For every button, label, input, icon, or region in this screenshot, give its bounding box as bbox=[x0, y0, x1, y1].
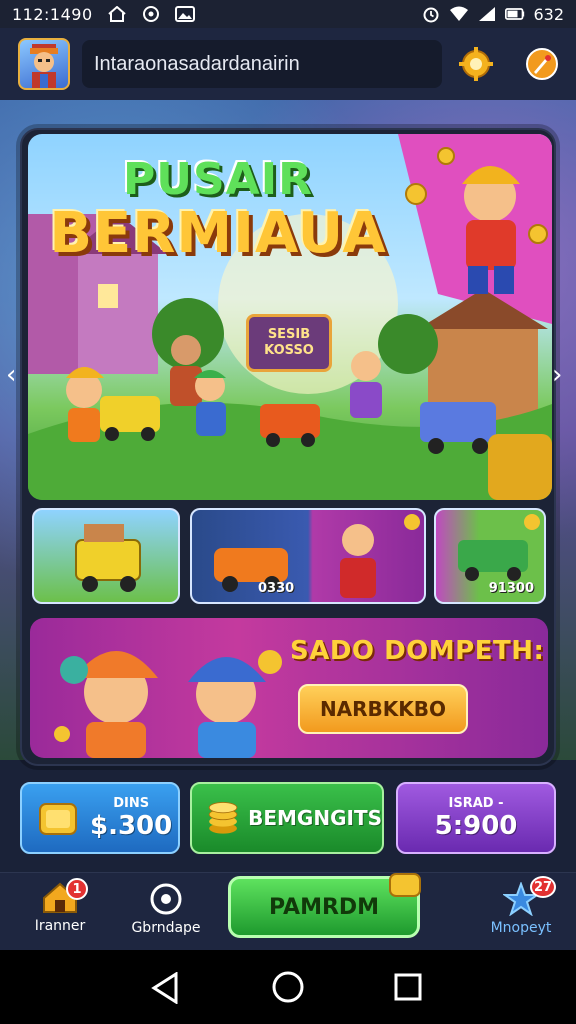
nav-profile-badge: 27 bbox=[530, 876, 556, 898]
car-character-image bbox=[214, 514, 420, 598]
battery-level: 632 bbox=[533, 4, 564, 24]
hero-sign-top: SESIB bbox=[267, 327, 311, 342]
alarm-icon bbox=[421, 5, 441, 23]
image-icon bbox=[174, 5, 195, 23]
points-stat-amount: 5:900 bbox=[434, 810, 518, 841]
bonus-stat-card[interactable]: BEMGNGITS bbox=[190, 782, 384, 854]
promo-characters-image bbox=[54, 650, 282, 758]
coins-stat-amount: $.300 bbox=[90, 810, 173, 841]
target-icon bbox=[141, 5, 161, 23]
hero-sign-bottom: KOSSO bbox=[264, 343, 314, 358]
nav-discover[interactable]: Gbrndape bbox=[126, 882, 206, 936]
thumbnail-3[interactable]: 91300 bbox=[434, 508, 546, 604]
promo-button[interactable]: NARBKKBO bbox=[298, 684, 468, 734]
nav-home-badge: 1 bbox=[66, 878, 88, 900]
battery-icon bbox=[505, 5, 525, 23]
recents-icon[interactable] bbox=[393, 972, 423, 1002]
points-stat-card[interactable]: ISRAD - 5:900 bbox=[396, 782, 556, 854]
wifi-icon bbox=[449, 5, 469, 23]
coins-stat-label: DINS bbox=[113, 795, 150, 811]
status-time: 112:1490 bbox=[12, 4, 93, 24]
signal-icon bbox=[477, 5, 497, 23]
carousel-next-button[interactable]: › bbox=[552, 360, 562, 390]
nav-profile-label: Mnopeyt bbox=[490, 920, 552, 936]
app-header: Intaraonasadardanairin bbox=[0, 28, 576, 100]
avatar[interactable] bbox=[18, 38, 70, 90]
settings-button[interactable] bbox=[456, 44, 496, 84]
bonus-stat-label: BEMGNGITS bbox=[248, 806, 382, 830]
thumbnail-2-label: 0330 bbox=[258, 581, 295, 596]
coin-icon bbox=[389, 873, 421, 897]
back-icon[interactable] bbox=[150, 972, 180, 1004]
system-nav-bar bbox=[0, 950, 576, 1024]
rewards-button[interactable] bbox=[522, 44, 562, 84]
home-icon bbox=[107, 5, 127, 23]
thumbnail-1[interactable] bbox=[32, 508, 180, 604]
hero-title-line2: BERMIAUA bbox=[49, 201, 387, 266]
points-stat-label: ISRAD - bbox=[448, 795, 504, 811]
gear-icon bbox=[459, 47, 493, 81]
nav-home-label: Iranner bbox=[34, 918, 86, 934]
compass-icon bbox=[150, 883, 182, 915]
nav-discover-label: Gbrndape bbox=[131, 920, 201, 936]
truck-image bbox=[75, 524, 141, 592]
carousel-prev-button[interactable]: ‹ bbox=[6, 360, 16, 390]
thumbnail-2[interactable]: 0330 bbox=[190, 508, 426, 604]
thumbnail-3-label: 91300 bbox=[488, 581, 534, 596]
status-bar: 112:1490 632 bbox=[0, 0, 576, 28]
coins-stat-card[interactable]: DINS $.300 bbox=[20, 782, 180, 854]
coin-stack-icon bbox=[39, 803, 77, 835]
promo-title: SADO DOMPETH: bbox=[290, 636, 545, 666]
rocket-icon bbox=[526, 48, 558, 80]
home-circle-icon[interactable] bbox=[271, 970, 305, 1004]
hero-title-line1: PUSAIR bbox=[123, 154, 313, 205]
hero-sign: SESIB KOSSO bbox=[246, 314, 332, 372]
coin-stack-icon bbox=[208, 801, 238, 834]
search-input[interactable]: Intaraonasadardanairin bbox=[82, 40, 442, 88]
hero-title: PUSAIR BERMIAUA bbox=[28, 154, 408, 266]
